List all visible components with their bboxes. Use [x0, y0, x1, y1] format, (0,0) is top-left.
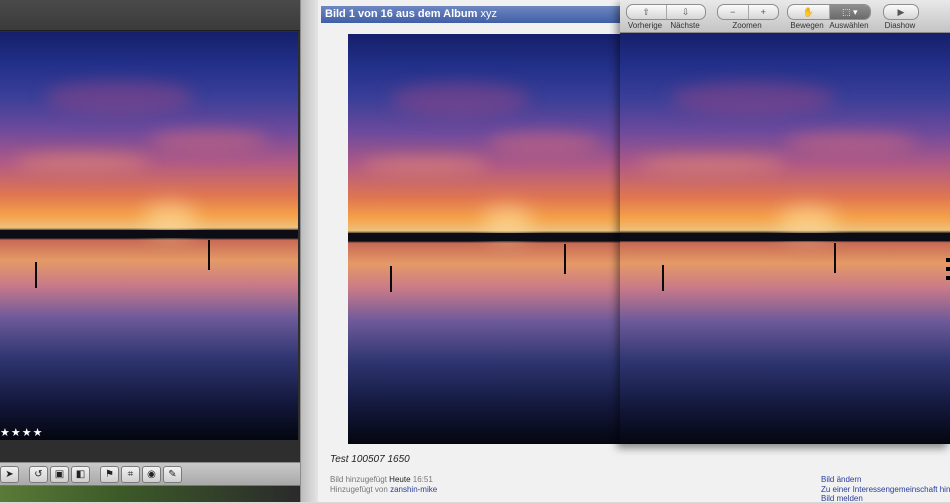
cloud [14, 154, 149, 171]
pointer-tool-icon[interactable]: ➤ [0, 465, 19, 483]
hand-tool-icon[interactable]: ✋ [788, 5, 830, 19]
added-time: 16:51 [412, 475, 433, 484]
prev-arrow-icon[interactable]: ⇧ [627, 5, 667, 19]
left-toolbar: ➤ ↺ ▣ ◧ ⚑ ⌗ ◉ ✎ [0, 462, 300, 486]
slideshow-label: Diashow [884, 21, 916, 30]
next-arrow-icon[interactable]: ⇩ [667, 5, 706, 19]
brush-icon[interactable]: ✎ [163, 465, 182, 483]
zoom-in-icon[interactable]: + [749, 5, 779, 19]
added-info: Bild hinzugefügt Heute 16:51 [330, 475, 433, 484]
horizon-line [348, 233, 628, 242]
image-viewer-window: ⇧ ⇩ Vorherige Nächste − + Zoomen ✋ ⬚ ▾ B… [620, 0, 950, 444]
slideshow-control: ▶ [883, 4, 919, 20]
horizon-line [620, 232, 950, 241]
viewer-toolbar: ⇧ ⇩ Vorherige Nächste − + Zoomen ✋ ⬚ ▾ B… [620, 0, 950, 33]
album-photo[interactable] [348, 34, 628, 444]
film-edge-marks [946, 258, 950, 284]
slideshow-icon[interactable]: ▶ [884, 5, 918, 19]
zoom-control: − + [717, 4, 779, 20]
cloud [149, 129, 269, 151]
prev-next-control: ⇧ ⇩ [626, 4, 706, 20]
cloud [636, 156, 785, 173]
eye-icon[interactable]: ◉ [142, 465, 161, 483]
next-label: Nächste [670, 21, 700, 30]
water-post [662, 265, 664, 291]
move-label: Bewegen [790, 21, 824, 30]
left-window-titlebar[interactable] [0, 0, 300, 31]
cloud [488, 132, 600, 153]
water-post [390, 266, 392, 292]
star-rating[interactable]: ★★★★ [0, 426, 43, 439]
zoom-label: Zoomen [732, 21, 762, 30]
zoom-out-icon[interactable]: − [718, 5, 749, 19]
cloud [362, 157, 488, 174]
album-header-text: Bild 1 von 16 aus dem Album [325, 8, 478, 20]
viewer-photo[interactable] [620, 33, 950, 444]
window-divider [300, 0, 319, 502]
cloud [785, 131, 917, 153]
cloud [669, 82, 835, 116]
water-post [564, 244, 566, 274]
water-post [35, 262, 37, 288]
photo-app-window: ★★★★ ➤ ↺ ▣ ◧ ⚑ ⌗ ◉ ✎ [0, 0, 300, 502]
rotate-left-icon[interactable]: ↺ [29, 465, 48, 483]
tool-mode-control: ✋ ⬚ ▾ [787, 4, 871, 20]
crop-icon[interactable]: ⌗ [121, 465, 140, 483]
added-label: Bild hinzugefügt [330, 475, 387, 484]
cloud [390, 83, 530, 116]
flag-icon[interactable]: ⚑ [100, 465, 119, 483]
left-photo-preview[interactable] [0, 32, 298, 440]
edit-image-link[interactable]: Bild ändern [821, 475, 861, 484]
stack-icon[interactable]: ▣ [50, 465, 69, 483]
added-by-label: Hinzugefügt von [330, 485, 388, 494]
horizon-line [0, 230, 298, 239]
added-by-info: Hinzugefügt von zanshin-mike [330, 485, 437, 494]
compare-icon[interactable]: ◧ [71, 465, 90, 483]
select-label: Auswählen [829, 21, 869, 30]
water-post [834, 243, 836, 273]
cloud [44, 80, 194, 114]
photo-caption: Test 100507 1650 [330, 454, 410, 465]
select-tool-icon[interactable]: ⬚ ▾ [829, 5, 870, 19]
water-post [208, 240, 210, 270]
prev-label: Vorherige [627, 21, 663, 30]
add-to-community-link[interactable]: Zu einer Interessengemeinschaft hin [821, 485, 950, 494]
user-link[interactable]: zanshin-mike [390, 485, 437, 494]
left-window-footer [0, 486, 300, 502]
album-name-link[interactable]: xyz [480, 8, 497, 20]
album-header: Bild 1 von 16 aus dem Album xyz [321, 6, 623, 23]
added-value: Heute [389, 475, 411, 484]
